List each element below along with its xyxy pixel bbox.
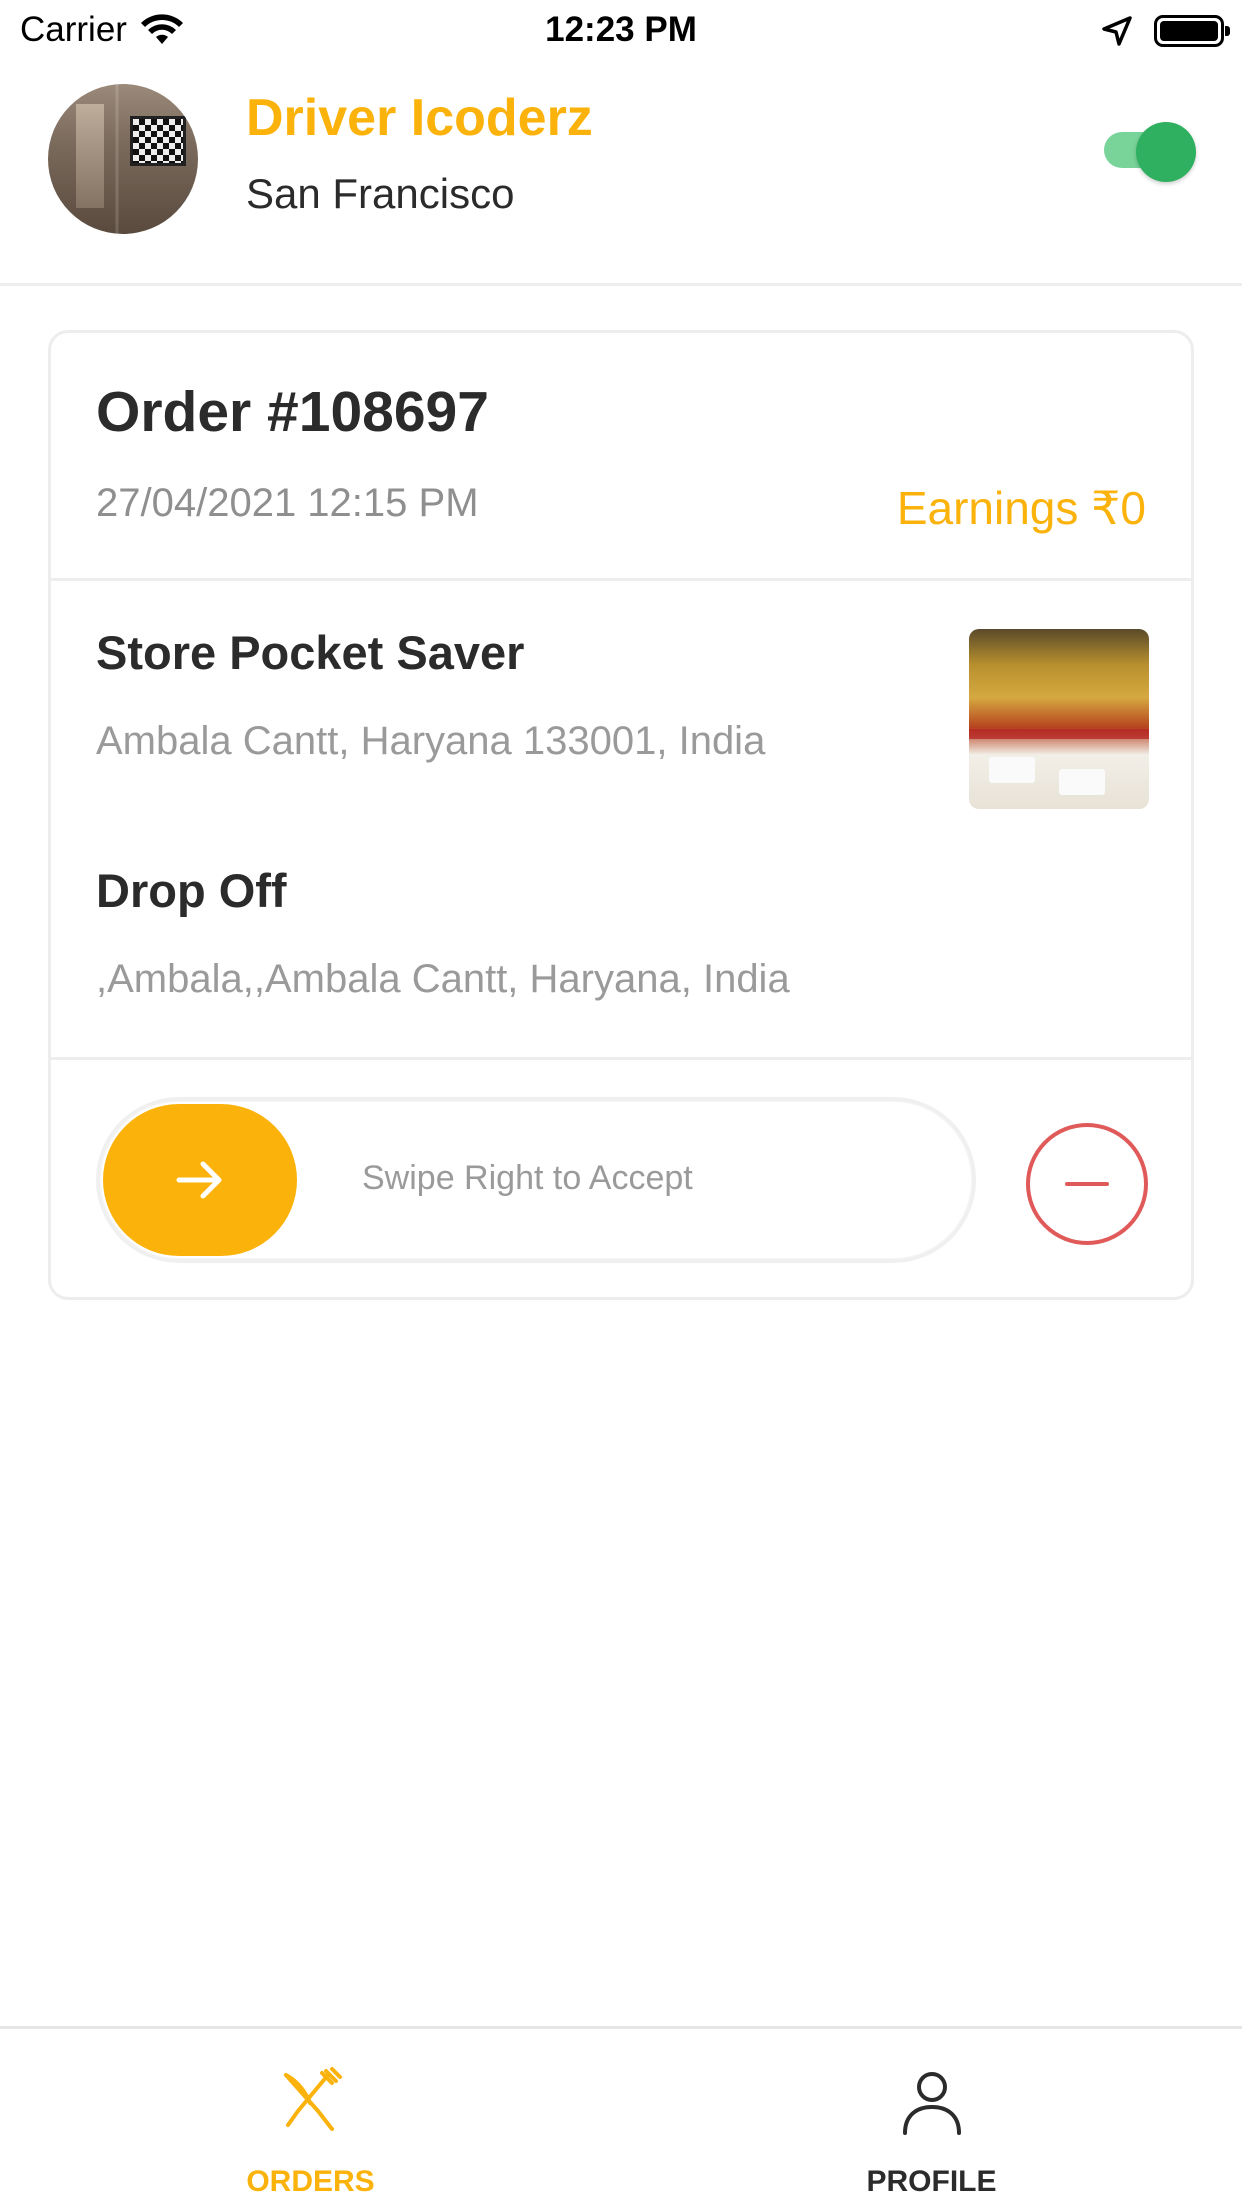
tab-profile[interactable]: PROFILE (621, 2029, 1242, 2208)
minus-icon (1065, 1182, 1109, 1186)
order-earnings: Earnings ₹0 (896, 482, 1146, 534)
decline-order-button[interactable] (1026, 1123, 1148, 1245)
store-image (969, 629, 1149, 809)
swipe-to-accept-slider[interactable]: Swipe Right to Accept (96, 1097, 976, 1263)
avatar-photo-detail-tv (130, 116, 186, 166)
avatar[interactable] (48, 84, 198, 234)
order-card[interactable]: Order #108697 27/04/2021 12:15 PM Earnin… (48, 330, 1194, 1300)
dropoff-title: Drop Off (96, 864, 287, 917)
online-toggle[interactable] (1104, 122, 1196, 182)
user-icon (902, 2072, 961, 2135)
driver-header: Driver Icoderz San Francisco (0, 62, 1242, 286)
driver-name: Driver Icoderz (246, 89, 593, 147)
clock: 12:23 PM (545, 10, 697, 49)
status-bar: Carrier 12:23 PM (0, 0, 1242, 62)
tab-profile-label: PROFILE (866, 2165, 997, 2198)
store-name: Store Pocket Saver (96, 626, 525, 679)
order-summary: Order #108697 27/04/2021 12:15 PM Earnin… (51, 333, 1191, 581)
store-image-detail (1059, 769, 1105, 795)
store-address: Ambala Cantt, Haryana 133001, India (96, 719, 766, 763)
order-number: Order #108697 (96, 380, 489, 444)
orders-screen: Carrier 12:23 PM Driver Icoderz San Fran… (0, 0, 1242, 2208)
fork-knife-icon (283, 2067, 342, 2131)
tab-orders-label: ORDERS (246, 2165, 375, 2198)
card-divider (51, 1057, 1191, 1060)
status-right (1100, 14, 1230, 48)
dropoff-address: ,Ambala,,Ambala Cantt, Haryana, India (96, 957, 790, 1001)
arrow-right-icon (176, 1161, 222, 1199)
driver-city: San Francisco (246, 170, 515, 217)
toggle-knob (1136, 122, 1196, 182)
swipe-label: Swipe Right to Accept (362, 1159, 693, 1197)
store-image-detail (989, 757, 1035, 783)
tab-bar: ORDERS PROFILE (0, 2026, 1242, 2208)
store-image-detail (969, 729, 1149, 739)
battery-icon (1154, 15, 1230, 47)
tab-orders[interactable]: ORDERS (0, 2029, 621, 2208)
order-datetime: 27/04/2021 12:15 PM (96, 481, 479, 525)
avatar-photo-detail (76, 104, 104, 208)
swipe-handle[interactable] (103, 1104, 297, 1256)
location-arrow-icon (1102, 16, 1132, 46)
